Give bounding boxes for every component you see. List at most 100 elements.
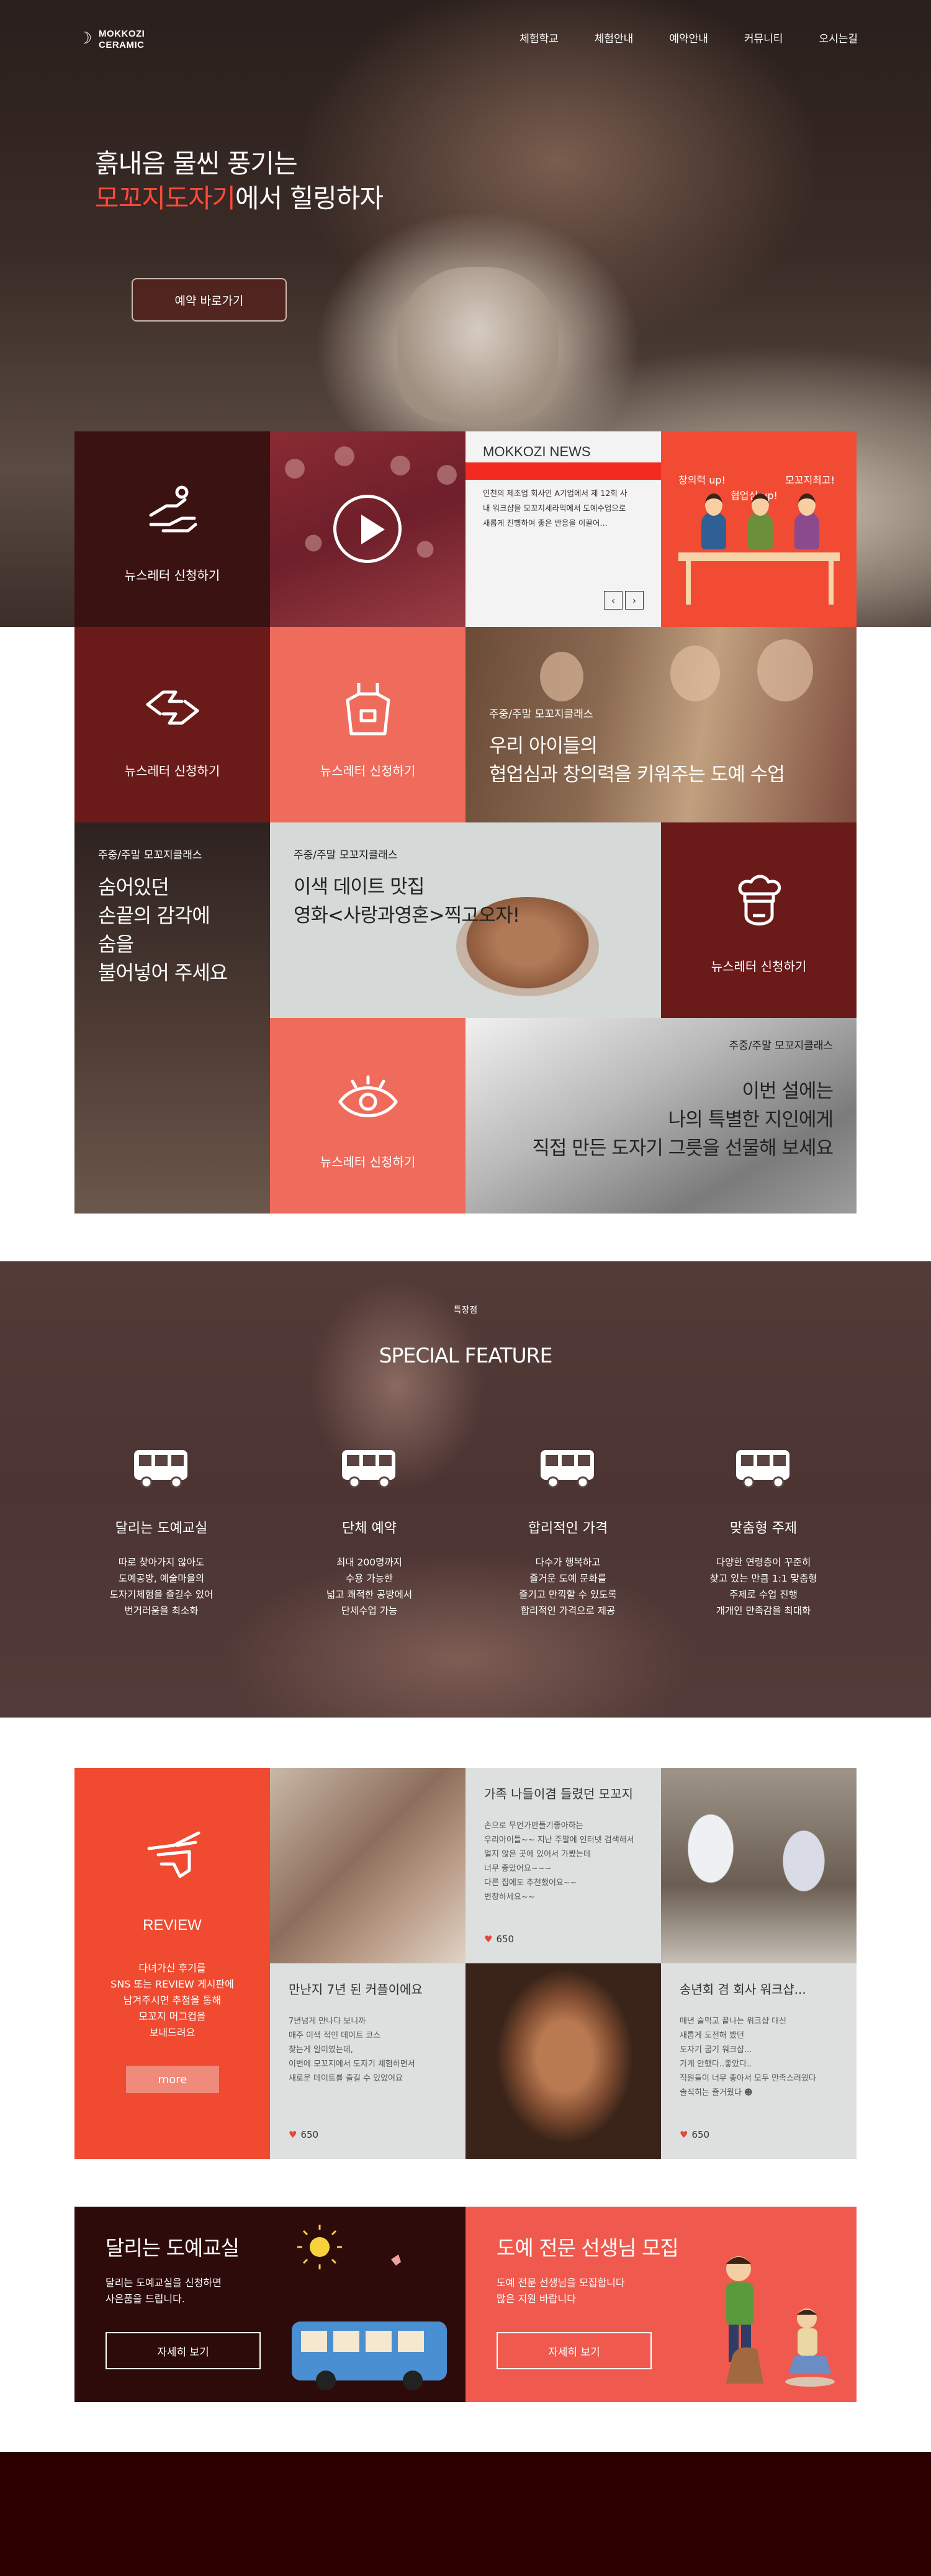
review-card-body: 7년넘게 만나다 보니까 매주 이색 적인 데이트 코스 찾는게 일이였는데, … [289,2017,415,2083]
hero-pottery-image [397,267,559,422]
newsletter-tile-4[interactable]: 뉴스레터 신청하기 [661,822,857,1018]
kids-class-promo[interactable]: 주중/주말 모꼬지클래스 우리 아이들의 협업심과 창의력을 키워주는 도예 수… [466,627,857,822]
feature-item-title: 맞춤형 주제 [729,1521,798,1536]
nav-item-directions[interactable]: 오시는길 [819,30,858,45]
helping-hands-icon [146,690,199,725]
reserve-now-button[interactable]: 예약 바로가기 [132,278,287,322]
news-pager: ‹ › [604,591,644,610]
feature-item-custom-topic: 맞춤형 주제 다양한 연령층이 꾸준히 찾고 있는 만큼 1:1 맞춤형 주제로… [686,1448,841,1619]
apron-icon [346,683,390,736]
hero-headline: 흙내음 물씬 풍기는 모꼬지도자기에서 힐링하자 [95,146,384,216]
bus-icon [342,1450,395,1488]
banner-description: 도예 전문 선생님을 모집합니다 많은 지원 바랍니다 [497,2277,625,2305]
hands-class-caption: 주중/주말 모꼬지클래스 숨어있던 손끝의 감각에 숨을 불어넣어 주세요 [98,846,228,987]
newsletter-tile-2[interactable]: 뉴스레터 신청하기 [74,627,270,822]
feature-subtitle: 특장점 [453,1305,478,1315]
logo[interactable]: ☽ MOKKOZI CERAMIC [78,26,164,55]
footer [0,2452,931,2576]
feature-item-desc: 최대 200명까지 수용 가능한 넓고 쾌적한 공방에서 단체수업 가능 [326,1557,413,1616]
review-heading: REVIEW [143,1917,202,1934]
like-count: 650 [691,2129,710,2140]
news-tile: MOKKOZI NEWS 인천의 제조업 회사인 A기업에서 제 12회 사내 … [466,431,661,627]
review-intro-tile: REVIEW 다녀가신 후기를 SNS 또는 REVIEW 게시판에 남겨주시면… [74,1768,270,2159]
banner-description: 달리는 도예교실을 신청하면 사은품을 드립니다. [106,2277,222,2305]
speech-bubble-best: 모꼬지최고! [785,474,835,486]
review-like-count[interactable]: ♥ 650 [680,2129,709,2140]
mobile-class-detail-button[interactable]: 자세히 보기 [106,2332,261,2369]
review-card-title: 송년회 겸 회사 워크샵... [680,1982,806,1997]
feature-item-title: 단체 예약 [342,1521,397,1536]
gift-class-promo[interactable]: 주중/주말 모꼬지클래스 이번 설에는 나의 특별한 지인에게 직접 만든 도자… [466,1018,857,1214]
logo-text-line2: CERAMIC [99,40,145,50]
feature-title: SPECIAL FEATURE [379,1343,553,1367]
nav-item-school[interactable]: 체험학교 [519,30,559,45]
review-card-company[interactable]: 송년회 겸 회사 워크샵... 매년 술먹고 끝나는 워크샵 대신 새롭게 도전… [661,1963,857,2159]
prev-arrow-icon[interactable]: ‹ [604,591,623,610]
heart-icon: ♥ [289,2129,297,2140]
gift-class-text: 이번 설에는 나의 특별한 지인에게 직접 만든 도자기 그릇을 선물해 보세요 [532,1077,834,1163]
bus-icon [134,1450,187,1488]
newsletter-label: 뉴스레터 신청하기 [320,763,416,778]
banner-title: 달리는 도예교실 [106,2236,240,2260]
like-count: 650 [300,2129,319,2140]
review-description: 다녀가신 후기를 SNS 또는 REVIEW 게시판에 남겨주시면 추첨을 통해… [110,1962,234,2038]
workshop-illustration-tile: 창의력 up! 모꼬지최고! 협업심 up! [661,431,857,627]
review-photo-jugs [661,1768,857,1963]
feature-item-group-booking: 단체 예약 최대 200명까지 수용 가능한 넓고 쾌적한 공방에서 단체수업 … [292,1448,447,1619]
feature-grid: 뉴스레터 신청하기 MOKKOZI NEWS 인천의 제조업 회사인 A기업에서… [74,431,857,1214]
news-title: MOKKOZI NEWS [483,444,591,459]
review-photo-hands [270,1768,466,1963]
hero-brand-highlight: 모꼬지도자기 [95,183,236,214]
review-like-count[interactable]: ♥ 650 [484,1934,514,1945]
like-count: 650 [496,1934,515,1945]
review-card-title: 만난지 7년 된 커플이에요 [289,1982,423,1997]
next-arrow-icon[interactable]: › [625,591,644,610]
nav-item-guide[interactable]: 체험안내 [595,30,634,45]
nav-item-reservation[interactable]: 예약안내 [669,30,708,45]
hands-class-promo[interactable]: 주중/주말 모꼬지클래스 숨어있던 손끝의 감각에 숨을 불어넣어 주세요 [74,822,270,1214]
review-card-family[interactable]: 가족 나들이겸 들렸던 모꼬지 손으로 무언가만들기좋아하는 우리아이들~~ 지… [466,1768,661,1963]
logo-text-line1: MOKKOZI [99,29,145,39]
table-leg [686,561,691,605]
gift-class-caption: 주중/주말 모꼬지클래스 [729,1037,833,1063]
review-like-count[interactable]: ♥ 650 [289,2129,318,2140]
kids-class-title: 우리 아이들의 협업심과 창의력을 키워주는 도예 수업 [489,735,785,786]
newsletter-label: 뉴스레터 신청하기 [124,763,220,778]
class-video-tile[interactable] [270,431,466,627]
feature-item-desc: 따로 찾아가지 않아도 도예공방, 예술마을의 도자기체험을 즐길수 있어 번거… [109,1557,214,1616]
news-body: 인천의 제조업 회사인 A기업에서 제 12회 사내 워크샵을 모꼬지세라믹에서… [483,489,627,528]
date-class-promo[interactable]: 주중/주말 모꼬지클래스 이색 데이트 맛집 영화<사랑과영혼>찍고오자! [270,822,661,1018]
pen-hand-icon [147,1831,200,1878]
person-photo [540,652,583,701]
bus-icon [736,1450,789,1488]
bus-illustration [292,2225,447,2390]
hero-line2-rest: 에서 힐링하자 [235,183,384,214]
teacher-recruit-detail-button[interactable]: 자세히 보기 [497,2332,652,2369]
newsletter-label: 뉴스레터 신청하기 [124,568,220,583]
feature-item-price: 합리적인 가격 다수가 행복하고 즐거운 도예 문화를 즐기고 만끽할 수 있도… [490,1448,645,1619]
date-class-caption: 주중/주말 모꼬지클래스 이색 데이트 맛집 영화<사랑과영혼>찍고오자! [294,846,520,930]
news-accent-bar [466,462,661,480]
feature-item-desc: 다수가 행복하고 즐거운 도예 문화를 즐기고 만끽할 수 있도록 합리적인 가… [519,1557,617,1616]
review-card-title: 가족 나들이겸 들렸던 모꼬지 [484,1786,633,1801]
person-photo [757,639,813,701]
person-photo [670,646,720,701]
newsletter-tile-5[interactable]: 뉴스레터 신청하기 [270,1018,466,1214]
newsletter-tile-1[interactable]: 뉴스레터 신청하기 [74,431,270,627]
review-section: REVIEW 다녀가신 후기를 SNS 또는 REVIEW 게시판에 남겨주시면… [74,1768,857,2159]
newsletter-tile-3[interactable]: 뉴스레터 신청하기 [270,627,466,822]
main-menu: 체험학교 체험안내 예약안내 커뮤니티 오시는길 [519,30,858,45]
mobile-class-banner: 달리는 도예교실 달리는 도예교실을 신청하면 사은품을 드립니다. 자세히 보… [74,2207,466,2402]
bus-icon [541,1450,594,1488]
newsletter-label: 뉴스레터 신청하기 [711,959,807,974]
review-card-body: 매년 술먹고 끝나는 워크샵 대신 새롭게 도전해 봤던 도자기 굽기 워크샵.… [680,2017,816,2097]
heart-icon: ♥ [680,2129,688,2140]
newsletter-label: 뉴스레터 신청하기 [320,1155,416,1169]
hero-line1: 흙내음 물씬 풍기는 [95,148,298,179]
nav-item-community[interactable]: 커뮤니티 [744,30,783,45]
play-video-icon[interactable] [333,495,402,563]
feature-item-desc: 다양한 연령층이 꾸준히 찾고 있는 만큼 1:1 맞춤형 주제로 수업 진행 … [709,1557,817,1616]
child-figure [748,493,773,549]
review-card-couple[interactable]: 만난지 7년 된 커플이에요 7년넘게 만나다 보니까 매주 이색 적인 데이트… [270,1963,466,2159]
review-more-button[interactable]: more [126,2066,219,2093]
